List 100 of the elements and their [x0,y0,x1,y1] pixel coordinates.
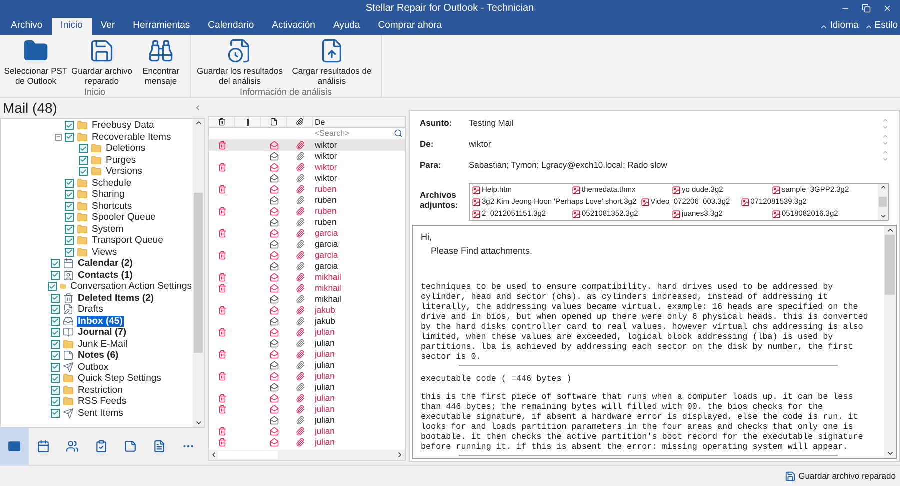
checkbox[interactable] [51,397,60,406]
trash-icon[interactable] [218,118,226,126]
message-row[interactable]: wiktor [209,173,405,184]
checkbox[interactable] [51,270,60,280]
ribbon-tab[interactable]: Activación [263,18,324,35]
folder-label[interactable]: Shortcuts [91,200,134,212]
checkbox[interactable] [51,374,60,384]
scroll-up-icon[interactable] [194,119,202,127]
checkbox[interactable] [51,386,60,395]
scroll-thumb[interactable] [885,235,895,295]
message-row[interactable]: julian [209,349,405,360]
checkbox[interactable] [65,178,74,188]
message-row[interactable]: mikhail [209,272,405,283]
message-row[interactable]: julian [209,371,405,382]
checkbox[interactable] [79,156,88,165]
folder-label[interactable]: Conversation Action Settings [70,281,193,292]
message-row[interactable]: julian [209,382,405,393]
scroll-up-icon[interactable] [880,184,886,191]
message-row[interactable]: julian [209,415,405,426]
folder-label[interactable]: Spooler Queue [91,212,157,224]
message-row[interactable]: julian [209,338,405,349]
collapse-icon[interactable] [194,104,202,112]
ribbon-tab[interactable]: Archivo [2,18,52,35]
checkbox[interactable] [65,121,74,130]
folder-label[interactable]: Views [91,246,118,258]
checkbox[interactable] [48,282,58,292]
folder-label[interactable]: RSS Feeds [77,396,128,408]
search-icon[interactable] [394,129,403,138]
folder-label[interactable]: System [91,224,125,235]
scroll-down-icon[interactable] [880,213,886,220]
checkbox[interactable] [65,190,74,200]
folder-label[interactable]: Junk E-Mail [77,338,129,350]
scroll-down-icon[interactable] [886,449,894,458]
message-row[interactable]: ruben [209,184,405,195]
checkbox[interactable] [79,167,88,176]
checkbox[interactable] [51,351,60,360]
menu-dropdown[interactable]: Idioma [820,19,859,34]
checkbox[interactable] [65,224,74,234]
folder-label[interactable]: Calendar (2) [77,258,134,270]
folder-label[interactable]: Purges [105,154,138,166]
checkbox[interactable] [51,316,60,326]
checkbox[interactable] [51,408,60,418]
folder-label[interactable]: Deletions [105,143,147,154]
message-row[interactable]: mikhail [209,283,405,294]
ribbon-tab[interactable]: Inicio [52,18,92,35]
checkbox[interactable] [51,305,60,314]
scroll-up-icon[interactable] [886,226,894,235]
message-row[interactable]: mikhail [209,294,405,305]
search-field[interactable]: <Search> [315,128,375,140]
message-row[interactable]: julian [209,426,405,437]
message-row[interactable]: julian [209,327,405,338]
folder-label[interactable]: Versions [105,166,144,178]
folder-label[interactable]: Journal (7) [77,327,128,338]
checkbox[interactable] [51,259,60,268]
message-row[interactable]: wiktor [209,140,405,151]
restore-icon[interactable] [862,4,871,13]
folder-label[interactable]: Contacts (1) [77,270,134,281]
folder-label[interactable]: Outbox [77,362,110,373]
ribbon-tab[interactable]: Herramientas [124,18,200,35]
message-row[interactable]: jakub [209,316,405,327]
folder-label[interactable]: Notes (6) [77,350,120,362]
checkbox[interactable] [65,202,74,211]
scrollbar[interactable] [884,226,896,458]
message-row[interactable]: wiktor [209,162,405,173]
ribbon-button[interactable]: Guardar los resultados del análisis [194,38,286,86]
folder-label[interactable]: Recoverable Items [91,132,172,143]
scroll-left-icon[interactable] [210,451,218,459]
folder-label[interactable]: Freebusy Data [91,120,156,132]
checkbox[interactable] [65,213,74,222]
message-row[interactable]: jakub [209,305,405,316]
ribbon-tab[interactable]: Ver [92,18,124,35]
menu-dropdown[interactable]: Estilo [864,19,898,34]
folder-label[interactable]: Schedule [91,178,133,189]
message-row[interactable]: wiktor [209,151,405,162]
folder-label[interactable]: Quick Step Settings [77,373,162,384]
scroll-right-icon[interactable] [396,451,404,459]
checkbox[interactable] [51,340,60,349]
folder-label[interactable]: Sharing [91,189,126,200]
checkbox[interactable] [65,248,74,257]
message-row[interactable]: garcia [209,250,405,261]
folder-label[interactable]: Inbox (45) [77,316,124,327]
folder-label[interactable]: Transport Queue [91,235,164,246]
save-repaired-button[interactable]: Guardar archivo reparado [784,470,896,482]
message-row[interactable]: ruben [209,206,405,217]
checkbox[interactable] [51,328,60,338]
scroll-thumb[interactable] [879,197,887,207]
nav-button[interactable] [0,428,29,465]
ribbon-button[interactable]: Cargar resultados de análisis [286,38,378,86]
message-row[interactable]: garcia [209,261,405,272]
horizontal-scrollbar[interactable] [209,450,405,460]
checkbox[interactable] [65,236,74,246]
folder-label[interactable]: Deleted Items (2) [77,292,156,304]
message-row[interactable]: garcia [209,239,405,250]
message-row[interactable]: ruben [209,195,405,206]
close-icon[interactable] [883,4,892,13]
checkbox[interactable] [51,362,60,372]
checkbox[interactable] [79,144,88,154]
folder-label[interactable]: Restriction [77,384,124,396]
scroll-down-icon[interactable] [194,419,202,427]
message-row[interactable]: julian [209,393,405,404]
